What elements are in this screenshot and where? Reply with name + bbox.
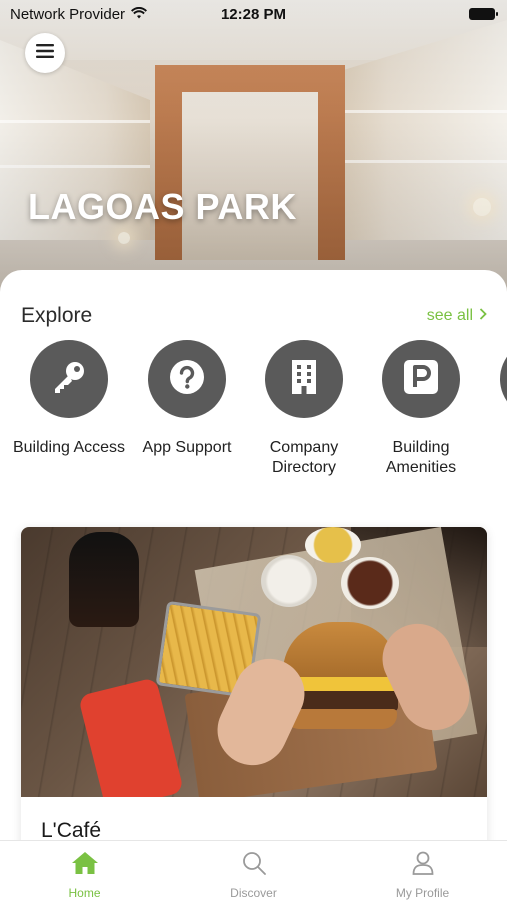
tile-building-amenities[interactable]: Building Amenities	[362, 340, 480, 478]
see-all-link[interactable]: see all	[427, 307, 487, 325]
battery-icon	[469, 8, 498, 20]
cafe-card[interactable]: L'Café	[21, 527, 487, 867]
tab-label-discover: Discover	[230, 886, 277, 900]
key-icon	[50, 358, 88, 401]
chevron-right-icon	[479, 307, 487, 325]
tab-label-home: Home	[68, 886, 101, 900]
cafe-photo	[21, 527, 487, 797]
explore-title: Explore	[21, 304, 93, 327]
tile-company-directory[interactable]: Company Directory	[245, 340, 363, 478]
tile-label: Building Access	[12, 439, 126, 456]
menu-button[interactable]	[25, 33, 65, 73]
wifi-icon	[131, 6, 148, 23]
tab-home[interactable]: Home	[0, 841, 169, 900]
hero-banner: LAGOAS PARK	[0, 0, 507, 300]
tile-building-access[interactable]: Building Access	[10, 340, 128, 458]
tile-label: App Support	[142, 439, 232, 456]
explore-header: Explore see all	[21, 304, 487, 328]
user-icon	[412, 851, 434, 880]
carrier-name: Network Provider	[10, 5, 126, 23]
home-icon	[71, 851, 99, 880]
tile-app-support[interactable]: App Support	[128, 340, 246, 458]
status-bar: Network Provider 12:28 PM	[0, 0, 507, 28]
tile-label: Building Amenities	[385, 439, 457, 476]
tab-bar: Home Discover My Profile	[0, 840, 507, 900]
search-icon	[242, 851, 266, 880]
explore-icons-row: Building Access App Support Company Dire…	[0, 340, 507, 490]
parking-icon	[403, 359, 439, 400]
tile-partial[interactable]	[480, 340, 507, 418]
tab-label-my-profile: My Profile	[395, 886, 450, 900]
hero-title: LAGOAS PARK	[28, 186, 297, 227]
tile-label: Company Directory	[269, 439, 339, 476]
question-icon	[169, 359, 205, 400]
building-icon	[288, 359, 320, 400]
tab-discover[interactable]: Discover	[169, 841, 338, 900]
tab-my-profile[interactable]: My Profile	[338, 841, 507, 900]
hamburger-icon	[36, 43, 54, 63]
content-sheet: Explore see all Building Access App Supp…	[0, 270, 507, 900]
